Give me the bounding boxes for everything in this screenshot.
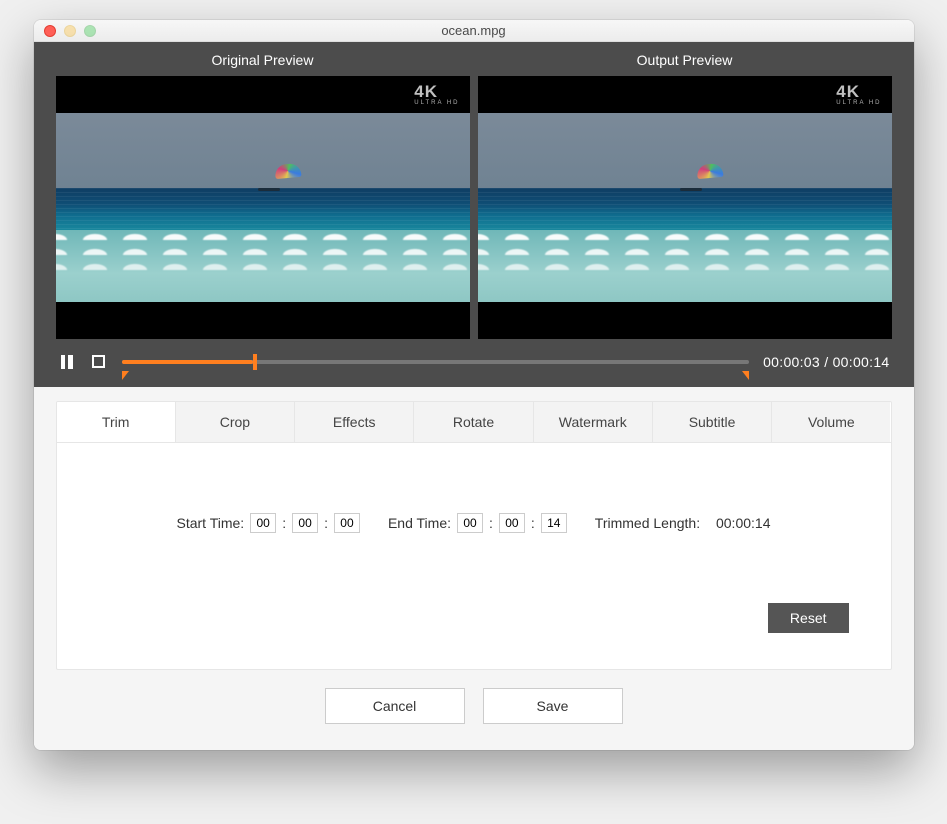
editor-window: ocean.mpg Original Preview Output Previe… [34, 20, 914, 750]
output-preview-label: Output Preview [478, 52, 892, 68]
pause-button[interactable] [58, 353, 76, 371]
total-time: 00:00:14 [833, 354, 890, 370]
trim-start-handle[interactable] [122, 371, 129, 380]
timeline-slider[interactable] [122, 353, 750, 371]
end-ss-input[interactable] [541, 513, 567, 533]
end-mm-input[interactable] [499, 513, 525, 533]
stop-icon [92, 355, 105, 368]
titlebar: ocean.mpg [34, 20, 914, 42]
playback-controls: 00:00:03 / 00:00:14 [56, 339, 892, 375]
start-ss-input[interactable] [334, 513, 360, 533]
preview-area: Original Preview Output Preview 4KULTRA … [34, 42, 914, 387]
resolution-badge: 4KULTRA HD [414, 82, 459, 106]
timecode: 00:00:03 / 00:00:14 [763, 354, 889, 370]
end-time-group: End Time: : : [388, 513, 567, 533]
output-preview: 4KULTRA HD [478, 76, 892, 339]
save-button[interactable]: Save [483, 688, 623, 724]
end-hh-input[interactable] [457, 513, 483, 533]
trimmed-length-group: Trimmed Length: 00:00:14 [595, 515, 771, 531]
tab-volume[interactable]: Volume [772, 402, 890, 442]
trim-end-handle[interactable] [742, 371, 749, 380]
window-title: ocean.mpg [34, 23, 914, 38]
trimmed-length-value: 00:00:14 [716, 515, 771, 531]
cancel-button[interactable]: Cancel [325, 688, 465, 724]
tab-rotate[interactable]: Rotate [414, 402, 533, 442]
stop-button[interactable] [90, 353, 108, 371]
original-preview-label: Original Preview [56, 52, 470, 68]
tab-effects[interactable]: Effects [295, 402, 414, 442]
trimmed-length-label: Trimmed Length: [595, 515, 700, 531]
start-mm-input[interactable] [292, 513, 318, 533]
original-preview: 4KULTRA HD [56, 76, 470, 339]
reset-button[interactable]: Reset [768, 603, 849, 633]
start-hh-input[interactable] [250, 513, 276, 533]
tab-crop[interactable]: Crop [176, 402, 295, 442]
pause-icon [61, 355, 73, 369]
tab-trim[interactable]: Trim [57, 402, 176, 442]
playhead[interactable] [253, 354, 257, 370]
tab-subtitle[interactable]: Subtitle [653, 402, 772, 442]
end-time-label: End Time: [388, 515, 451, 531]
start-time-label: Start Time: [177, 515, 245, 531]
trim-panel: Start Time: : : End Time: : : [57, 443, 891, 669]
tab-bar: TrimCropEffectsRotateWatermarkSubtitleVo… [57, 402, 891, 443]
resolution-badge: 4KULTRA HD [836, 82, 881, 106]
start-time-group: Start Time: : : [177, 513, 360, 533]
current-time: 00:00:03 [763, 354, 820, 370]
tab-watermark[interactable]: Watermark [534, 402, 653, 442]
